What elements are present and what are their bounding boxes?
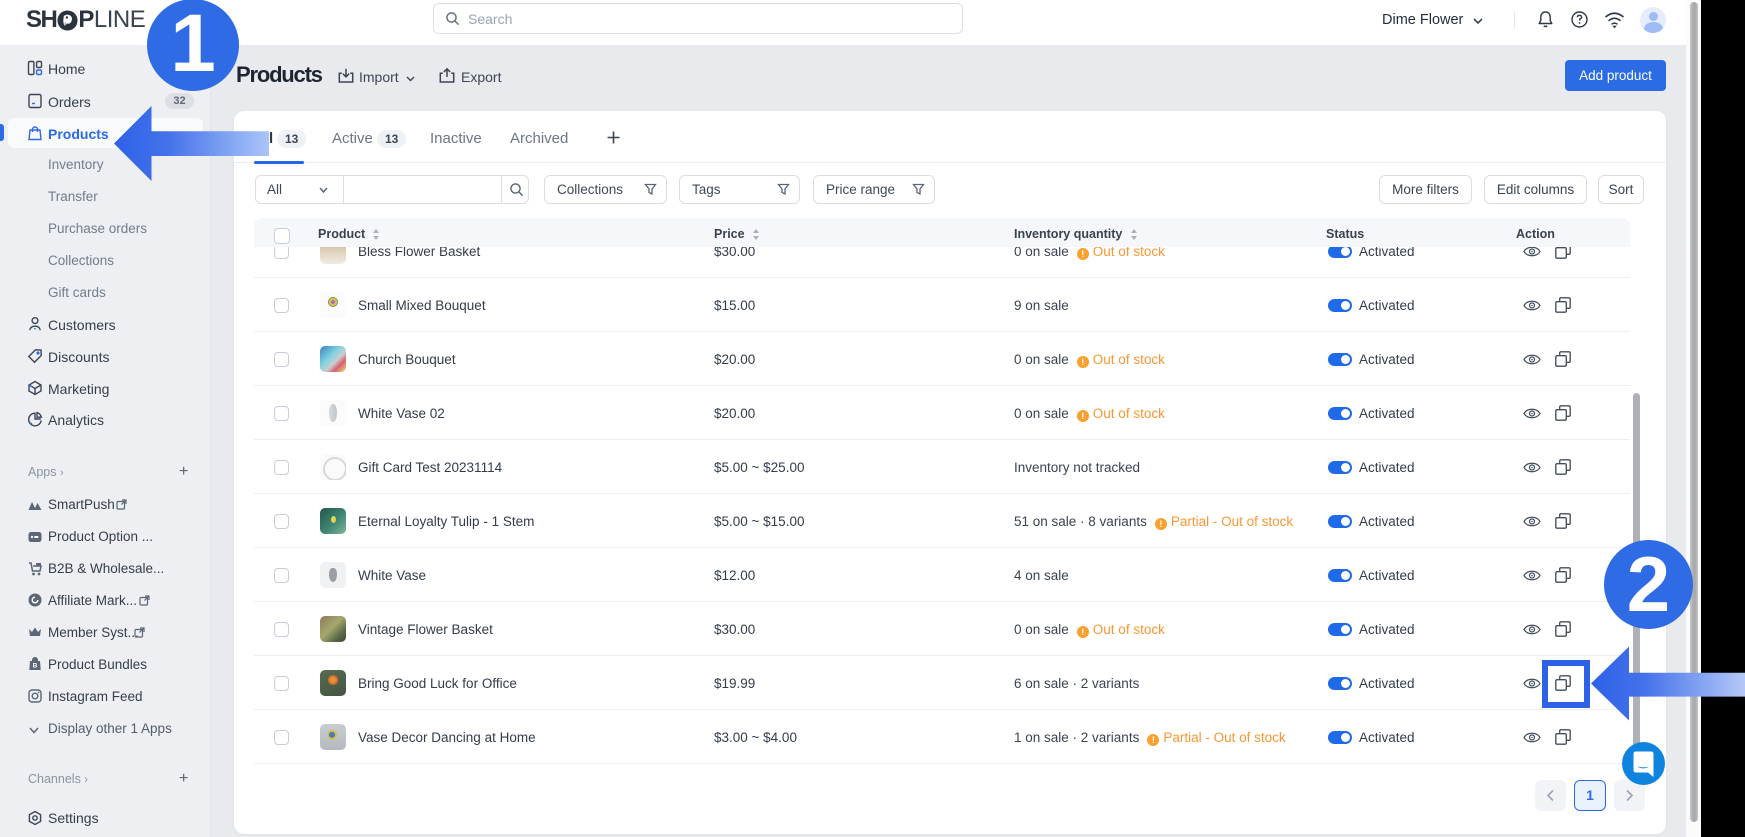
svg-text:B: B xyxy=(33,663,38,670)
